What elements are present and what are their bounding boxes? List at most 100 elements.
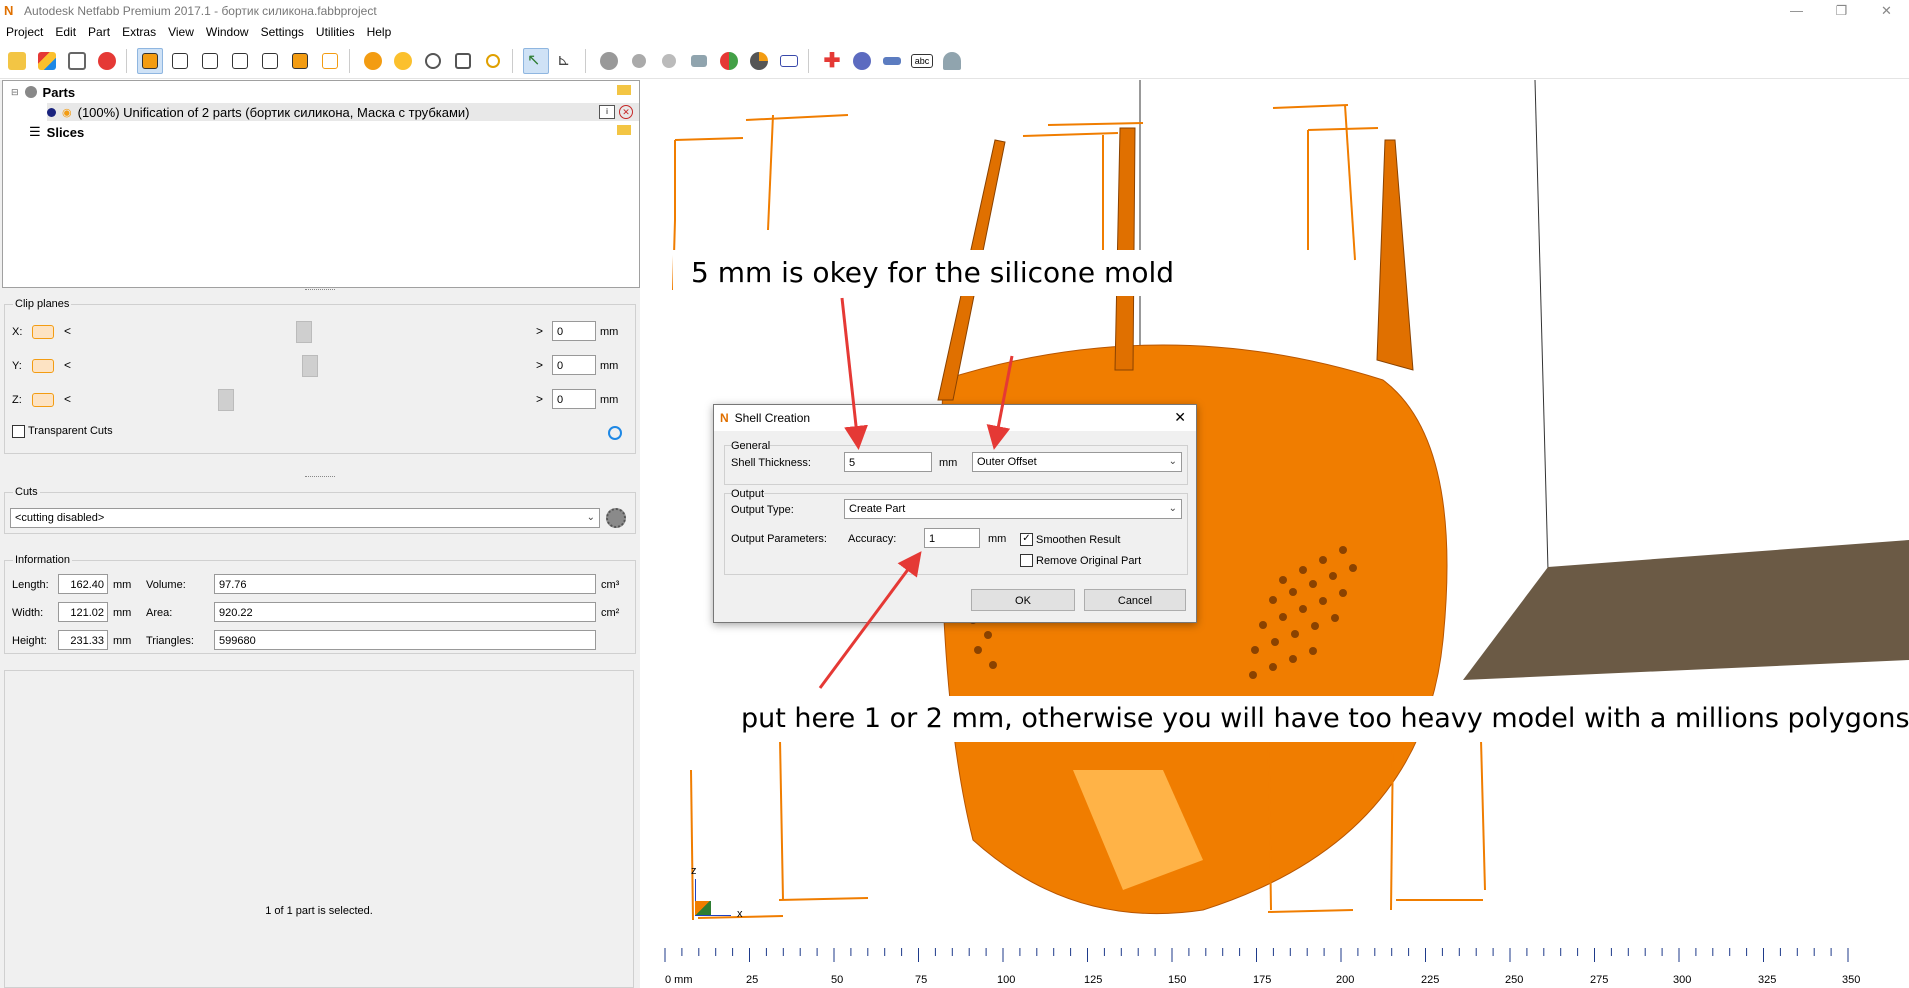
- clip-y-left-arrow[interactable]: <: [64, 358, 71, 372]
- menu-window[interactable]: Window: [200, 25, 255, 39]
- view-perspective-button[interactable]: [137, 48, 163, 74]
- title-bar: N Autodesk Netfabb Premium 2017.1 - борт…: [0, 0, 1909, 22]
- splitter-handle[interactable]: [305, 476, 335, 480]
- status-area: 1 of 1 part is selected.: [4, 670, 634, 988]
- clip-y-right-arrow[interactable]: >: [536, 358, 543, 372]
- cancel-button[interactable]: Cancel: [1084, 589, 1186, 611]
- remove-original-checkbox[interactable]: [1020, 554, 1033, 567]
- toolbar-separator: [126, 49, 127, 73]
- output-type-select[interactable]: Create Part ⌄: [844, 499, 1182, 519]
- offset-type-select[interactable]: Outer Offset ⌄: [972, 452, 1182, 472]
- visibility-eye-icon[interactable]: ◉: [62, 106, 72, 119]
- select-mode-button[interactable]: ↖: [523, 48, 549, 74]
- minimize-button[interactable]: —: [1774, 0, 1819, 22]
- offset-type-value: Outer Offset: [977, 456, 1037, 468]
- add-slice-folder-icon[interactable]: [617, 125, 631, 135]
- output-type-value: Create Part: [849, 503, 906, 515]
- view-left-button[interactable]: [227, 48, 253, 74]
- build-volume-edge: [1534, 80, 1549, 571]
- colors-tool-button[interactable]: [716, 48, 742, 74]
- move-mode-button[interactable]: ⊾: [553, 48, 579, 74]
- cuts-select[interactable]: <cutting disabled> ⌄: [10, 508, 600, 528]
- cube-left-icon: [232, 53, 248, 69]
- dialog-title: Shell Creation: [734, 411, 811, 425]
- callout-top: 5 mm is okey for the silicone mold: [673, 250, 1327, 296]
- clip-z-slider-thumb[interactable]: [218, 389, 234, 411]
- triangle-tool-button[interactable]: [626, 48, 652, 74]
- surface-tool-button[interactable]: [596, 48, 622, 74]
- edge-tool-button[interactable]: [656, 48, 682, 74]
- menu-utilities[interactable]: Utilities: [310, 25, 361, 39]
- accuracy-label: Accuracy:: [848, 533, 897, 545]
- part-info-icon[interactable]: i: [599, 105, 615, 119]
- clip-z-left-arrow[interactable]: <: [64, 392, 71, 406]
- text-button[interactable]: abc: [909, 48, 935, 74]
- shell-tool-button[interactable]: [686, 48, 712, 74]
- add-part-button[interactable]: [34, 48, 60, 74]
- callout-bottom-text: put here 1 or 2 mm, otherwise you will h…: [741, 703, 1909, 734]
- ok-button[interactable]: OK: [971, 589, 1075, 611]
- clip-x-input[interactable]: 0: [552, 321, 596, 341]
- zoom-button[interactable]: [480, 48, 506, 74]
- cut-settings-gear-icon[interactable]: [606, 508, 626, 528]
- smoothen-result-checkbox[interactable]: ✓: [1020, 533, 1033, 546]
- clip-x-left-arrow[interactable]: <: [64, 324, 71, 338]
- accuracy-input[interactable]: 1: [924, 528, 980, 548]
- clip-planes-title: Clip planes: [13, 298, 72, 310]
- clip-x-color-swatch[interactable]: [32, 325, 54, 339]
- tree-part-item[interactable]: ◉ (100%) Unification of 2 parts (бортик …: [47, 103, 639, 121]
- view-bottom-button[interactable]: [317, 48, 343, 74]
- reset-clip-icon[interactable]: [608, 426, 622, 440]
- menu-view[interactable]: View: [162, 25, 200, 39]
- add-support-button[interactable]: [94, 48, 120, 74]
- clip-y-input[interactable]: 0: [552, 355, 596, 375]
- zoom-platform-button[interactable]: [450, 48, 476, 74]
- menu-edit[interactable]: Edit: [49, 25, 82, 39]
- menu-part[interactable]: Part: [82, 25, 116, 39]
- view-right-button[interactable]: [257, 48, 283, 74]
- clip-z-input[interactable]: 0: [552, 389, 596, 409]
- menu-settings[interactable]: Settings: [255, 25, 310, 39]
- maximize-button[interactable]: ❐: [1819, 0, 1864, 22]
- view-front-button[interactable]: [167, 48, 193, 74]
- dialog-title-bar: N Shell Creation ✕: [714, 405, 1196, 431]
- analysis-button[interactable]: [776, 48, 802, 74]
- transparent-cuts-checkbox[interactable]: [12, 425, 25, 438]
- splitter-handle[interactable]: [305, 289, 335, 293]
- settings-dropdown-button[interactable]: [849, 48, 875, 74]
- measure-button[interactable]: [64, 48, 90, 74]
- view-back-button[interactable]: [197, 48, 223, 74]
- pie-tool-button[interactable]: [746, 48, 772, 74]
- menu-help[interactable]: Help: [361, 25, 398, 39]
- close-window-button[interactable]: ✕: [1864, 0, 1909, 22]
- clip-z-right-arrow[interactable]: >: [536, 392, 543, 406]
- part-remove-icon[interactable]: ✕: [619, 105, 633, 119]
- menu-extras[interactable]: Extras: [116, 25, 162, 39]
- folder-icon: [8, 52, 26, 70]
- zoom-all-button[interactable]: [360, 48, 386, 74]
- clip-x-right-arrow[interactable]: >: [536, 324, 543, 338]
- clip-x-slider-thumb[interactable]: [296, 321, 312, 343]
- clip-y-color-swatch[interactable]: [32, 359, 54, 373]
- ruler-button[interactable]: [879, 48, 905, 74]
- zoom-part-button[interactable]: [420, 48, 446, 74]
- extra-tool-button[interactable]: [939, 48, 965, 74]
- clip-z-color-swatch[interactable]: [32, 393, 54, 407]
- view-top-button[interactable]: [287, 48, 313, 74]
- menu-project[interactable]: Project: [0, 25, 49, 39]
- frame-zoom-icon: [425, 53, 441, 69]
- repair-button[interactable]: ✚: [819, 48, 845, 74]
- shapes-icon: [38, 52, 56, 70]
- expand-icon[interactable]: ⊟: [11, 87, 19, 98]
- tree-parts-node[interactable]: ⊟ Parts: [11, 83, 75, 101]
- clip-y-slider-thumb[interactable]: [302, 355, 318, 377]
- add-folder-icon[interactable]: [617, 85, 631, 95]
- shell-thickness-input[interactable]: 5: [844, 452, 932, 472]
- area-label: Area:: [146, 607, 173, 619]
- person-icon: [943, 52, 961, 70]
- zoom-selected-button[interactable]: [390, 48, 416, 74]
- open-project-button[interactable]: [4, 48, 30, 74]
- tube-center: [1114, 127, 1136, 371]
- tree-slices-node[interactable]: ☰ Slices: [29, 123, 84, 141]
- dialog-close-icon[interactable]: ✕: [1174, 409, 1186, 426]
